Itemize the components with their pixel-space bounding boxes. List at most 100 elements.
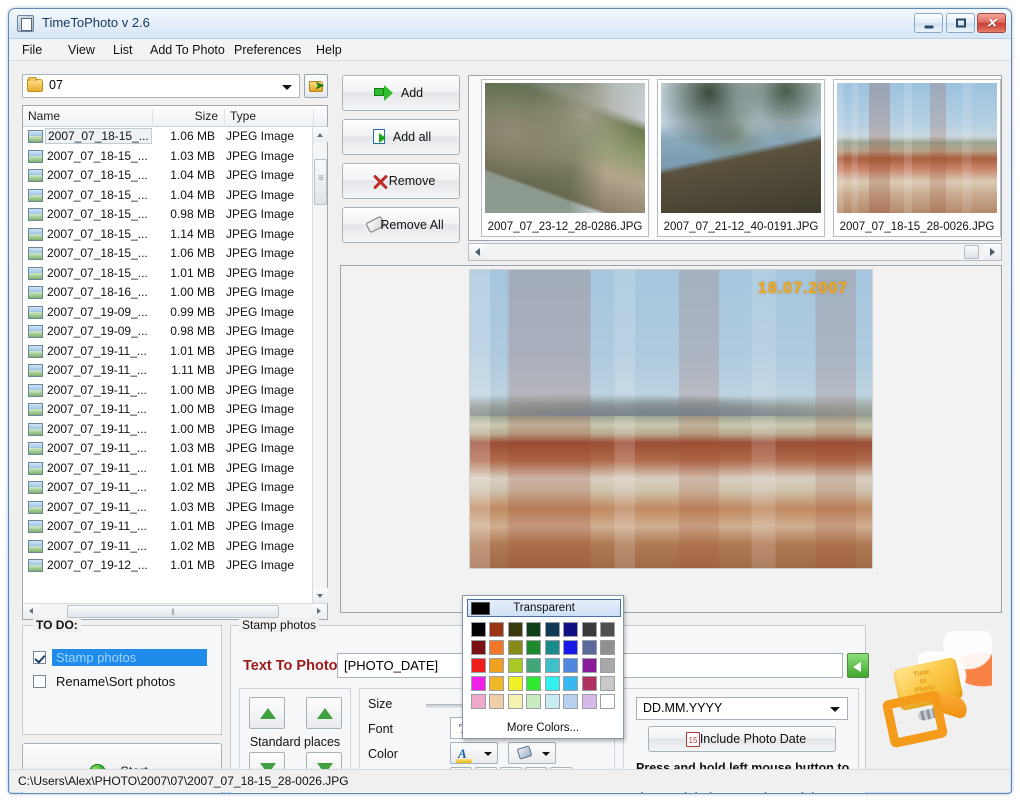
table-row[interactable]: 2007_07_19-11_...1.03 MBJPEG Image: [23, 439, 312, 459]
maximize-button[interactable]: [946, 13, 975, 33]
color-swatch-grid[interactable]: [469, 620, 619, 710]
color-dropdown-popup[interactable]: Transparent More Colors...: [462, 595, 624, 739]
scroll-down-icon[interactable]: [313, 588, 328, 603]
add-button[interactable]: Add: [342, 75, 460, 111]
table-row[interactable]: 2007_07_19-11_...1.11 MBJPEG Image: [23, 361, 312, 381]
color-swatch[interactable]: [508, 622, 523, 637]
column-header-size[interactable]: Size: [153, 109, 225, 127]
color-swatch[interactable]: [582, 676, 597, 691]
horizontal-scroll-thumb[interactable]: [67, 605, 279, 618]
color-swatch[interactable]: [545, 622, 560, 637]
minimize-button[interactable]: [914, 13, 943, 33]
color-swatch[interactable]: [489, 622, 504, 637]
table-row[interactable]: 2007_07_19-09_...0.99 MBJPEG Image: [23, 303, 312, 323]
color-swatch[interactable]: [471, 658, 486, 673]
color-swatch[interactable]: [582, 640, 597, 655]
reset-text-button[interactable]: [847, 653, 869, 678]
chevron-down-icon[interactable]: [484, 752, 492, 756]
color-swatch[interactable]: [471, 694, 486, 709]
include-photo-date-button[interactable]: 15 Include Photo Date: [648, 726, 836, 752]
table-row[interactable]: 2007_07_19-11_...1.01 MBJPEG Image: [23, 517, 312, 537]
thumbnail-strip-scrollbar[interactable]: [468, 243, 1002, 261]
table-row[interactable]: 2007_07_18-15_...1.14 MBJPEG Image: [23, 225, 312, 245]
thumbnail-strip[interactable]: 2007_07_23-12_28-0286.JPG 2007_07_21-12_…: [468, 75, 1002, 241]
color-swatch[interactable]: [582, 658, 597, 673]
add-all-button[interactable]: Add all: [342, 119, 460, 155]
menu-item-help[interactable]: Help: [310, 42, 348, 59]
table-row[interactable]: 2007_07_18-16_...1.00 MBJPEG Image: [23, 283, 312, 303]
color-swatch[interactable]: [582, 622, 597, 637]
table-row[interactable]: 2007_07_19-11_...1.01 MBJPEG Image: [23, 342, 312, 362]
menu-item-preferences[interactable]: Preferences: [228, 42, 307, 59]
color-swatch[interactable]: [508, 640, 523, 655]
table-row[interactable]: 2007_07_19-11_...1.02 MBJPEG Image: [23, 537, 312, 557]
more-colors-option[interactable]: More Colors...: [463, 722, 623, 734]
color-swatch[interactable]: [563, 640, 578, 655]
menu-item-file[interactable]: File: [16, 42, 48, 59]
close-button[interactable]: ✕: [977, 13, 1006, 33]
folder-combobox[interactable]: 07: [22, 74, 300, 98]
fill-color-button[interactable]: [508, 742, 556, 764]
date-stamp-overlay[interactable]: 18.07.2007: [758, 280, 848, 298]
color-swatch[interactable]: [563, 676, 578, 691]
color-swatch[interactable]: [600, 622, 615, 637]
color-swatch[interactable]: [545, 640, 560, 655]
color-swatch[interactable]: [600, 658, 615, 673]
color-swatch[interactable]: [526, 640, 541, 655]
color-swatch[interactable]: [582, 694, 597, 709]
checkbox-stamp-photos[interactable]: Stamp photos: [33, 648, 211, 668]
vertical-scroll-thumb[interactable]: [314, 159, 327, 205]
table-row[interactable]: 2007_07_18-15_...1.06 MBJPEG Image: [23, 244, 312, 264]
table-row[interactable]: 2007_07_19-09_...0.98 MBJPEG Image: [23, 322, 312, 342]
color-swatch[interactable]: [489, 640, 504, 655]
color-swatch[interactable]: [526, 694, 541, 709]
table-row[interactable]: 2007_07_18-15_...1.01 MBJPEG Image: [23, 264, 312, 284]
checkbox-indicator[interactable]: [33, 651, 46, 664]
color-swatch[interactable]: [526, 658, 541, 673]
file-list-horizontal-scrollbar[interactable]: [23, 603, 327, 619]
column-header-name[interactable]: Name: [23, 109, 153, 127]
place-top-left-button[interactable]: [249, 697, 285, 729]
scroll-left-icon[interactable]: [469, 244, 486, 260]
color-swatch[interactable]: [545, 694, 560, 709]
chevron-down-icon[interactable]: [542, 752, 550, 756]
thumbnail-scroll-thumb[interactable]: [964, 245, 979, 259]
color-swatch[interactable]: [526, 676, 541, 691]
table-row[interactable]: 2007_07_19-11_...1.01 MBJPEG Image: [23, 459, 312, 479]
photo-preview-pane[interactable]: 18.07.2007: [340, 265, 1002, 613]
scroll-left-icon[interactable]: [23, 604, 39, 619]
menu-item-add-to-photo[interactable]: Add To Photo: [144, 42, 231, 59]
remove-all-button[interactable]: Remove All: [342, 207, 460, 243]
color-swatch[interactable]: [545, 676, 560, 691]
table-row[interactable]: 2007_07_18-15_...1.03 MBJPEG Image: [23, 147, 312, 167]
font-color-button[interactable]: A: [450, 742, 498, 764]
color-swatch[interactable]: [526, 622, 541, 637]
file-list-vertical-scrollbar[interactable]: [312, 127, 327, 603]
chevron-down-icon[interactable]: [282, 85, 292, 90]
checkbox-rename-sort-photos[interactable]: Rename\Sort photos: [33, 672, 211, 692]
browse-folder-button[interactable]: ➤: [304, 74, 328, 98]
preview-photo[interactable]: 18.07.2007: [469, 269, 873, 569]
remove-button[interactable]: Remove: [342, 163, 460, 199]
menu-item-list[interactable]: List: [107, 42, 138, 59]
color-swatch[interactable]: [471, 640, 486, 655]
color-swatch[interactable]: [508, 658, 523, 673]
color-swatch[interactable]: [600, 694, 615, 709]
table-row[interactable]: 2007_07_18-15_...0.98 MBJPEG Image: [23, 205, 312, 225]
color-swatch[interactable]: [600, 676, 615, 691]
thumbnail-item[interactable]: 2007_07_23-12_28-0286.JPG: [481, 79, 649, 237]
color-swatch[interactable]: [563, 694, 578, 709]
table-row[interactable]: 2007_07_19-12_...1.01 MBJPEG Image: [23, 556, 312, 576]
color-swatch[interactable]: [489, 658, 504, 673]
thumbnail-item[interactable]: 2007_07_21-12_40-0191.JPG: [657, 79, 825, 237]
color-option-transparent[interactable]: Transparent: [467, 599, 621, 617]
thumbnail-item[interactable]: 2007_07_18-15_28-0026.JPG: [833, 79, 1001, 237]
date-format-combobox[interactable]: DD.MM.YYYY: [636, 697, 848, 720]
color-swatch[interactable]: [508, 694, 523, 709]
chevron-down-icon[interactable]: [830, 707, 840, 712]
table-row[interactable]: 2007_07_19-11_...1.00 MBJPEG Image: [23, 420, 312, 440]
color-swatch[interactable]: [545, 658, 560, 673]
color-swatch[interactable]: [600, 640, 615, 655]
color-swatch[interactable]: [508, 676, 523, 691]
table-row[interactable]: 2007_07_18-15_...1.04 MBJPEG Image: [23, 186, 312, 206]
